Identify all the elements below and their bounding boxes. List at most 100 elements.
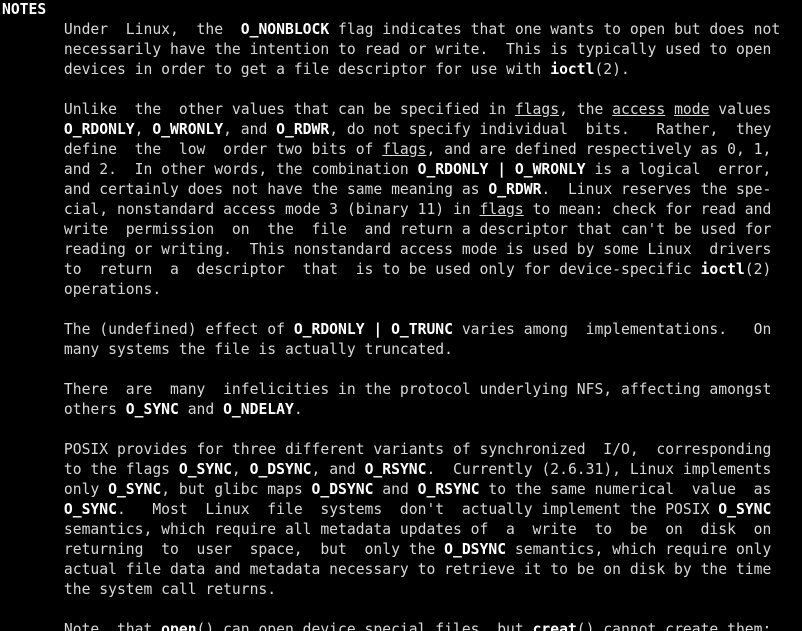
bold-term: open	[161, 621, 197, 631]
italic-term: flags	[514, 101, 560, 118]
bold-term: O_RDWR	[276, 121, 330, 138]
plain-text: and 2. In other words, the combination	[2, 161, 418, 178]
italic-term: mode	[674, 101, 710, 118]
man-text-line: There are many infelicities in the proto…	[0, 380, 802, 400]
man-text-line: O_SYNC. Most Linux file systems don't ac…	[0, 500, 802, 520]
man-text-line: actual file data and metadata necessary …	[0, 560, 802, 580]
plain-text: .	[293, 401, 303, 418]
plain-text: to return a descriptor that is to be use…	[2, 261, 701, 278]
man-text-line: to return a descriptor that is to be use…	[0, 260, 802, 280]
plain-text: , and are defined respectively as 0, 1,	[426, 141, 772, 158]
plain-text: . Most Linux file systems don't actually…	[116, 501, 719, 518]
plain-text: cial, nonstandard access mode 3 (binary …	[2, 201, 480, 218]
plain-text: many systems the file is actually trunca…	[2, 341, 453, 358]
man-text-line: and 2. In other words, the combination O…	[0, 160, 802, 180]
plain-text: semantics, which require all metadata up…	[2, 521, 772, 538]
man-text-line: O_RDONLY, O_WRONLY, and O_RDWR, do not s…	[0, 120, 802, 140]
man-text-line	[0, 420, 802, 440]
man-text-line: the system call returns.	[0, 580, 802, 600]
bold-term: NOTES	[2, 1, 47, 18]
bold-term: O_RDONLY	[63, 121, 135, 138]
bold-term: O_WRONLY	[152, 121, 224, 138]
plain-text: Note that	[2, 621, 162, 631]
man-text-line	[0, 360, 802, 380]
bold-term: O_SYNC	[108, 481, 162, 498]
plain-text: the system call returns.	[2, 581, 277, 598]
plain-text: to the same numerical value as	[479, 481, 772, 498]
plain-text: , and	[311, 461, 365, 478]
plain-text: to mean: check for read and	[523, 201, 772, 218]
bold-term: creat	[532, 621, 577, 631]
plain-text: actual file data and metadata necessary …	[2, 561, 772, 578]
plain-text: and	[178, 401, 224, 418]
plain-text: , but glibc maps	[161, 481, 312, 498]
italic-term: flags	[479, 201, 524, 218]
man-text-line: semantics, which require all metadata up…	[0, 520, 802, 540]
plain-text: The (undefined) effect of	[2, 321, 294, 338]
italic-term: flags	[382, 141, 427, 158]
plain-text: . Currently (2.6.31), Linux implements	[426, 461, 772, 478]
plain-text: semantics, which require only	[506, 541, 772, 558]
plain-text	[2, 121, 64, 138]
man-text-line: Under Linux, the O_NONBLOCK flag indicat…	[0, 20, 802, 40]
bold-term: O_RDONLY | O_WRONLY	[417, 161, 586, 178]
plain-text: define the low order two bits of	[2, 141, 383, 158]
man-text-line: write permission on the file and return …	[0, 220, 802, 240]
man-text-line: reading or writing. This nonstandard acc…	[0, 240, 802, 260]
bold-term: O_SYNC	[718, 501, 772, 518]
man-text-line: POSIX provides for three different varia…	[0, 440, 802, 460]
bold-term: O_RDONLY | O_TRUNC	[293, 321, 453, 338]
man-text-line	[0, 80, 802, 100]
man-text-line: cial, nonstandard access mode 3 (binary …	[0, 200, 802, 220]
plain-text: , do not specify individual bits. Rather…	[329, 121, 772, 138]
man-text-line: necessarily have the intention to read o…	[0, 40, 802, 60]
terminal-man-page-viewport[interactable]: NOTES Under Linux, the O_NONBLOCK flag i…	[0, 0, 802, 631]
plain-text: to the flags	[2, 461, 179, 478]
man-text-line: only O_SYNC, but glibc maps O_DSYNC and …	[0, 480, 802, 500]
bold-term: O_SYNC	[178, 461, 232, 478]
plain-text: ,	[134, 121, 153, 138]
man-text-line: define the low order two bits of flags, …	[0, 140, 802, 160]
plain-text: others	[2, 401, 126, 418]
plain-text: (2).	[594, 61, 630, 78]
plain-text: returning to user space, but only the	[2, 541, 445, 558]
plain-text	[665, 101, 674, 118]
man-text-line: others O_SYNC and O_NDELAY.	[0, 400, 802, 420]
plain-text: () can open device special files, but	[196, 621, 533, 631]
plain-text: Unlike the other values that can be spec…	[2, 101, 515, 118]
bold-term: O_DSYNC	[249, 461, 312, 478]
plain-text: operations.	[2, 281, 162, 298]
plain-text: is a logical error,	[585, 161, 772, 178]
plain-text: () cannot create them;	[576, 621, 772, 631]
plain-text: , the	[559, 101, 613, 118]
man-text-line: The (undefined) effect of O_RDONLY | O_T…	[0, 320, 802, 340]
plain-text	[2, 501, 64, 518]
man-text-line	[0, 600, 802, 620]
bold-term: O_NDELAY	[223, 401, 294, 418]
bold-term: O_DSYNC	[311, 481, 374, 498]
plain-text: varies among implementations. On	[452, 321, 772, 338]
man-text-line: Unlike the other values that can be spec…	[0, 100, 802, 120]
plain-text: only	[2, 481, 109, 498]
man-page-body: NOTES Under Linux, the O_NONBLOCK flag i…	[0, 0, 802, 631]
man-text-line: operations.	[0, 280, 802, 300]
plain-text: , and	[223, 121, 277, 138]
plain-text: devices in order to get a file descripto…	[2, 61, 551, 78]
plain-text: values	[709, 101, 772, 118]
plain-text: POSIX provides for three different varia…	[2, 441, 772, 458]
man-text-line: returning to user space, but only the O_…	[0, 540, 802, 560]
section-heading: NOTES	[0, 0, 802, 20]
plain-text: flag indicates that one wants to open bu…	[329, 21, 781, 38]
italic-term: access	[612, 101, 666, 118]
plain-text: (2)	[744, 261, 772, 278]
man-text-line: devices in order to get a file descripto…	[0, 60, 802, 80]
plain-text: There are many infelicities in the proto…	[2, 381, 772, 398]
man-text-line: many systems the file is actually trunca…	[0, 340, 802, 360]
bold-term: O_RDWR	[488, 181, 542, 198]
plain-text: write permission on the file and return …	[2, 221, 772, 238]
bold-term: O_SYNC	[63, 501, 117, 518]
plain-text: and certainly does not have the same mea…	[2, 181, 489, 198]
bold-term: O_SYNC	[125, 401, 179, 418]
bold-term: ioctl	[550, 61, 595, 78]
bold-term: O_RSYNC	[417, 481, 480, 498]
